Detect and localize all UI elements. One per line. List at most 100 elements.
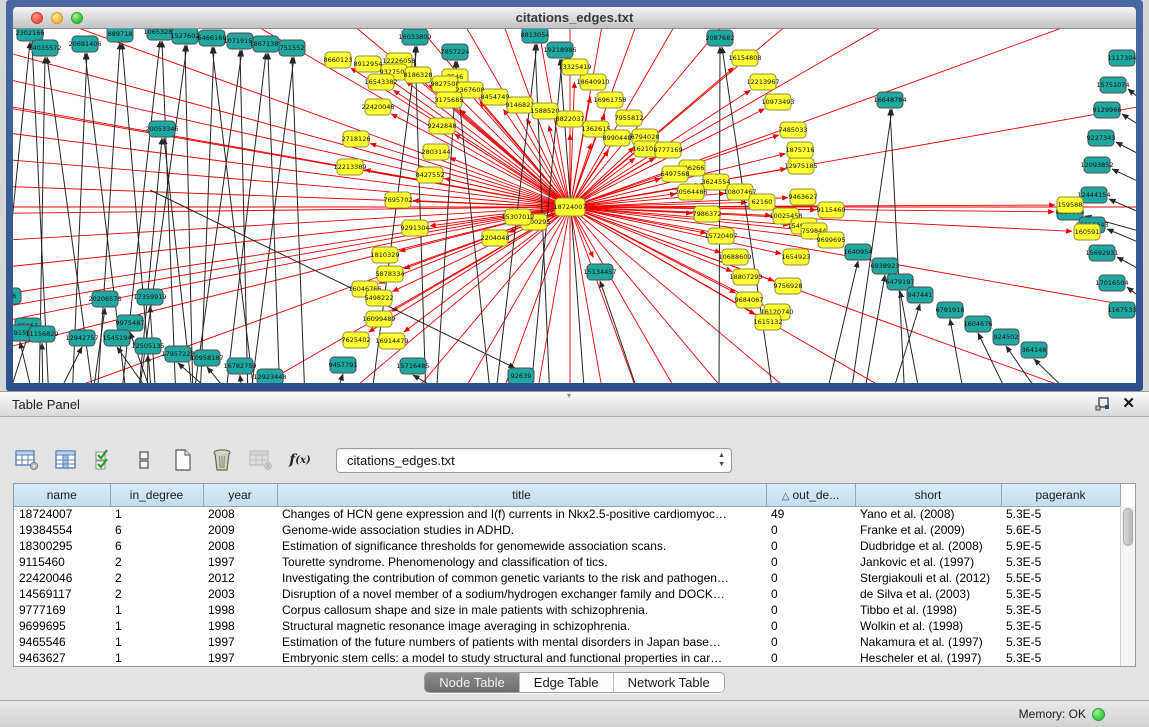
table-row[interactable]: 1938455462009Genome-wide association stu… (14, 522, 1120, 538)
network-node[interactable]: 3396 (13, 288, 21, 304)
column-header-in_degree[interactable]: in_degree (110, 484, 203, 506)
table-row[interactable]: 2242004622012Investigating the contribut… (14, 570, 1120, 586)
minimize-window-icon[interactable] (51, 12, 63, 24)
network-node[interactable]: 7695702 (384, 192, 413, 208)
network-node[interactable]: 6497568 (661, 166, 690, 182)
network-node[interactable]: 18671388 (249, 36, 282, 52)
network-node[interactable]: 18724007 (553, 198, 586, 216)
network-node[interactable]: 751552 (279, 40, 305, 56)
close-window-icon[interactable] (31, 12, 43, 24)
network-node[interactable]: 9975487 (116, 315, 145, 331)
network-node[interactable]: 15307012 (501, 209, 534, 225)
network-node[interactable]: 7986372 (693, 206, 722, 222)
network-node[interactable]: 13325419 (558, 59, 591, 75)
network-node[interactable]: 6938923 (871, 258, 900, 274)
network-node[interactable]: 12942757 (65, 330, 98, 346)
network-node[interactable]: 1604676 (964, 316, 993, 332)
network-node[interactable]: 9129966 (1093, 102, 1122, 118)
column-header-year[interactable]: year (203, 484, 277, 506)
network-node[interactable]: 16099489 (362, 311, 395, 327)
network-node[interactable]: 7857224 (441, 44, 470, 60)
network-node[interactable]: 16782759 (223, 358, 256, 374)
network-node[interactable]: 12505135 (131, 338, 164, 354)
delete-rows-icon[interactable] (209, 447, 235, 473)
function-builder-icon[interactable]: f(x) (287, 447, 313, 473)
network-node[interactable]: 15692931 (1085, 245, 1118, 261)
network-node[interactable]: 924502 (993, 329, 1019, 345)
network-node[interactable]: 2302166 (16, 29, 45, 41)
network-node[interactable]: 20206576 (88, 291, 121, 307)
network-node[interactable]: 8990448 (603, 130, 632, 146)
network-node[interactable]: 16033809 (398, 29, 431, 45)
network-node[interactable]: 6466160 (198, 30, 227, 46)
network-node[interactable]: 17016504 (1095, 275, 1128, 291)
network-node[interactable]: 2204048 (481, 230, 510, 246)
network-node[interactable]: 14035572 (28, 40, 61, 56)
network-node[interactable]: 6791918 (936, 302, 965, 318)
network-node[interactable]: 16914479 (375, 333, 408, 349)
table-panel-titlebar[interactable]: Table Panel ▾ ✕ (0, 391, 1149, 417)
splitter-grip-icon[interactable]: ▾ (567, 391, 571, 400)
network-node[interactable]: 15751074 (1096, 77, 1129, 93)
network-node[interactable]: 889718 (107, 29, 133, 42)
window-titlebar[interactable]: citations_edges.txt (13, 7, 1136, 29)
tab-edge-table[interactable]: Edge Table (520, 673, 614, 692)
table-selector-dropdown[interactable]: citations_edges.txt ▲▼ (336, 448, 732, 473)
network-node[interactable]: 12093852 (1080, 157, 1113, 173)
table-row[interactable]: 911546021997Tourette syndrome. Phenomeno… (14, 554, 1120, 570)
table-row[interactable]: 1830029562008Estimation of significance … (14, 538, 1120, 554)
column-header-short[interactable]: short (855, 484, 1001, 506)
zoom-window-icon[interactable] (71, 12, 83, 24)
network-node[interactable]: 22420046 (361, 99, 394, 115)
network-node[interactable]: 8427552 (416, 167, 445, 183)
table-row[interactable]: 946362711997Embryonic stem cells: a mode… (14, 650, 1120, 666)
network-node[interactable]: 10958187 (190, 350, 223, 366)
network-node[interactable]: 9463627 (789, 189, 818, 205)
network-node[interactable]: 9457791 (329, 357, 358, 373)
network-node[interactable]: 12213967 (746, 74, 779, 90)
network-node[interactable]: 8813054 (521, 29, 550, 43)
network-node[interactable]: 11156829 (25, 326, 58, 342)
float-panel-icon[interactable] (1095, 397, 1110, 411)
network-node[interactable]: 947441 (907, 287, 933, 303)
network-node[interactable]: 1167533 (1108, 302, 1136, 318)
network-node[interactable]: 2718126 (342, 131, 371, 147)
network-node[interactable]: 10688609 (718, 249, 751, 265)
network-node[interactable]: 9115460 (817, 202, 846, 218)
network-node[interactable]: 18640910 (576, 74, 609, 90)
network-node[interactable]: 7625402 (342, 332, 371, 348)
network-node[interactable]: 20564486 (674, 184, 707, 200)
table-row[interactable]: 977716911998Corpus callosum shape and si… (14, 602, 1120, 618)
tab-network-table[interactable]: Network Table (614, 673, 724, 692)
network-node[interactable]: 12213389 (333, 159, 366, 175)
network-node[interactable]: 7955812 (615, 110, 644, 126)
row-height-icon[interactable] (131, 447, 157, 473)
network-node[interactable]: 10973493 (761, 94, 794, 110)
network-node[interactable]: 160591 (1074, 224, 1100, 240)
table-row[interactable]: 1456911722003Disruption of a novel membe… (14, 586, 1120, 602)
network-node[interactable]: 2087682 (706, 30, 735, 46)
network-node[interactable]: 9699695 (817, 232, 846, 248)
show-columns-icon[interactable] (53, 447, 79, 473)
network-node[interactable]: 12923448 (253, 369, 286, 383)
table-row[interactable]: 969969511998Structural magnetic resonanc… (14, 618, 1120, 634)
network-node[interactable]: 92639 (508, 368, 534, 383)
network-node[interactable]: 1527602 (171, 29, 200, 44)
network-node[interactable]: 17359919 (133, 289, 166, 305)
network-node[interactable]: 1545194 (103, 330, 132, 346)
column-header-name[interactable]: name (14, 484, 110, 506)
network-node[interactable]: 2803144 (422, 144, 451, 160)
tab-node-table[interactable]: Node Table (425, 673, 520, 692)
network-node[interactable]: 1640954 (844, 244, 873, 260)
table-row[interactable]: 946554611997Estimation of the future num… (14, 634, 1120, 650)
network-node[interactable]: 1615132 (754, 314, 783, 330)
network-node[interactable]: 364148 (1021, 342, 1047, 358)
network-node[interactable]: 15720407 (704, 228, 737, 244)
network-node[interactable]: 5498222 (365, 290, 394, 306)
network-node[interactable]: 9242848 (428, 118, 457, 134)
network-node[interactable]: 1810329 (371, 247, 400, 263)
network-node[interactable]: 9756928 (774, 278, 803, 294)
table-row[interactable]: 1872400712008Changes of HCN gene express… (14, 506, 1120, 522)
close-panel-icon[interactable]: ✕ (1122, 396, 1135, 412)
network-node[interactable]: 9684067 (735, 292, 764, 308)
